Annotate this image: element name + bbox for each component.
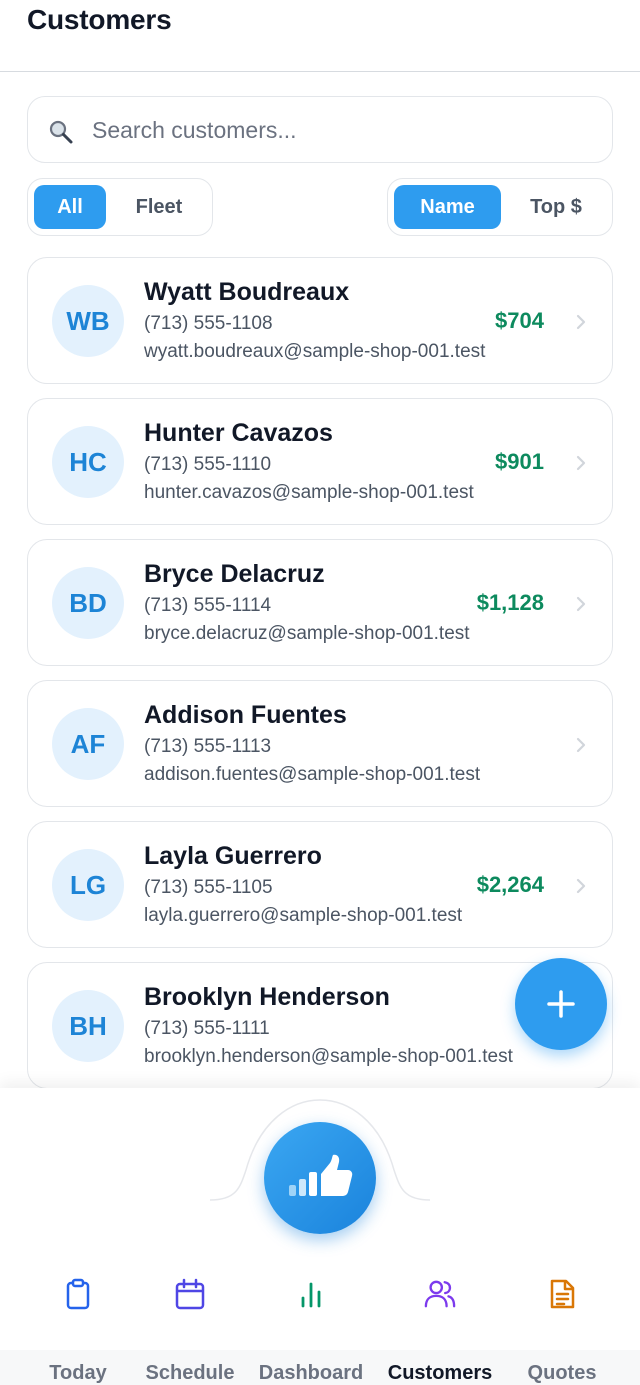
- avatar: AF: [52, 708, 124, 780]
- sort-segmented-control: Name Top $: [387, 178, 613, 236]
- customer-name: Brooklyn Henderson: [144, 983, 390, 1011]
- customer-phone: (713) 555-1111: [144, 1018, 270, 1039]
- users-icon: [424, 1280, 456, 1308]
- customer-email: layla.guerrero@sample-shop-001.test: [144, 905, 463, 926]
- clipboard-icon: [66, 1278, 90, 1310]
- tab-dashboard[interactable]: Dashboard: [247, 1278, 375, 1385]
- customer-phone: (713) 555-1114: [144, 595, 272, 616]
- chevron-right-icon: [576, 737, 586, 753]
- tab-label: Dashboard: [258, 1362, 364, 1384]
- add-customer-button[interactable]: [515, 958, 607, 1050]
- customer-phone: (713) 555-1108: [144, 313, 273, 334]
- tab-label: Today: [49, 1362, 107, 1384]
- bottom-navigation: Today Schedule Dashboard Customers Quote…: [0, 1088, 640, 1385]
- customer-card[interactable]: HC Hunter Cavazos (713) 555-1110 hunter.…: [27, 398, 613, 525]
- center-action-button[interactable]: [264, 1122, 376, 1234]
- chevron-right-icon: [576, 455, 586, 471]
- customer-email: wyatt.boudreaux@sample-shop-001.test: [144, 341, 486, 362]
- customer-card[interactable]: LG Layla Guerrero (713) 555-1105 layla.g…: [27, 821, 613, 948]
- filter-segmented-control: All Fleet: [27, 178, 213, 236]
- customer-total: $901: [495, 449, 544, 474]
- customer-card[interactable]: BD Bryce Delacruz (713) 555-1114 bryce.d…: [27, 539, 613, 666]
- tab-customers[interactable]: Customers: [376, 1278, 504, 1385]
- tab-schedule[interactable]: Schedule: [126, 1278, 254, 1385]
- sort-top-dollar-button[interactable]: Top $: [508, 185, 604, 229]
- customer-email: brooklyn.henderson@sample-shop-001.test: [144, 1046, 513, 1067]
- chevron-right-icon: [576, 596, 586, 612]
- customer-name: Hunter Cavazos: [144, 419, 333, 447]
- customer-card[interactable]: AF Addison Fuentes (713) 555-1113 addiso…: [27, 680, 613, 807]
- customer-phone: (713) 555-1105: [144, 877, 273, 898]
- document-icon: [550, 1279, 575, 1309]
- calendar-icon: [175, 1278, 205, 1310]
- customer-name: Bryce Delacruz: [144, 560, 325, 588]
- app-header: Customers: [0, 0, 640, 72]
- customer-email: bryce.delacruz@sample-shop-001.test: [144, 623, 470, 644]
- customer-email: addison.fuentes@sample-shop-001.test: [144, 764, 481, 785]
- sort-name-button[interactable]: Name: [394, 185, 501, 229]
- customer-card[interactable]: WB Wyatt Boudreaux (713) 555-1108 wyatt.…: [27, 257, 613, 384]
- tab-today[interactable]: Today: [14, 1278, 142, 1385]
- customer-total: $704: [495, 308, 544, 333]
- filter-all-button[interactable]: All: [34, 185, 106, 229]
- search-icon: [49, 120, 73, 144]
- tab-label: Schedule: [145, 1362, 235, 1384]
- plus-icon: [547, 990, 575, 1018]
- customer-name: Addison Fuentes: [144, 701, 347, 729]
- customer-phone: (713) 555-1113: [144, 736, 272, 757]
- avatar: WB: [52, 285, 124, 357]
- customer-phone: (713) 555-1110: [144, 454, 272, 475]
- customer-name: Layla Guerrero: [144, 842, 322, 870]
- customer-total: $2,264: [476, 872, 544, 897]
- chevron-right-icon: [576, 878, 586, 894]
- search-bar[interactable]: [27, 96, 613, 163]
- customer-total: $1,128: [476, 590, 544, 615]
- avatar: HC: [52, 426, 124, 498]
- tab-quotes[interactable]: Quotes: [498, 1278, 626, 1385]
- avatar: BH: [52, 990, 124, 1062]
- thumbs-up-chart-icon: [289, 1154, 353, 1196]
- tab-label: Customers: [387, 1362, 493, 1384]
- chevron-right-icon: [576, 314, 586, 330]
- tab-label: Quotes: [527, 1362, 597, 1384]
- avatar: BD: [52, 567, 124, 639]
- search-input[interactable]: [92, 109, 592, 151]
- avatar: LG: [52, 849, 124, 921]
- filter-fleet-button[interactable]: Fleet: [114, 185, 204, 229]
- customer-email: hunter.cavazos@sample-shop-001.test: [144, 482, 474, 503]
- page-title: Customers: [27, 4, 172, 35]
- customer-name: Wyatt Boudreaux: [144, 278, 350, 306]
- bar-chart-icon: [301, 1282, 321, 1308]
